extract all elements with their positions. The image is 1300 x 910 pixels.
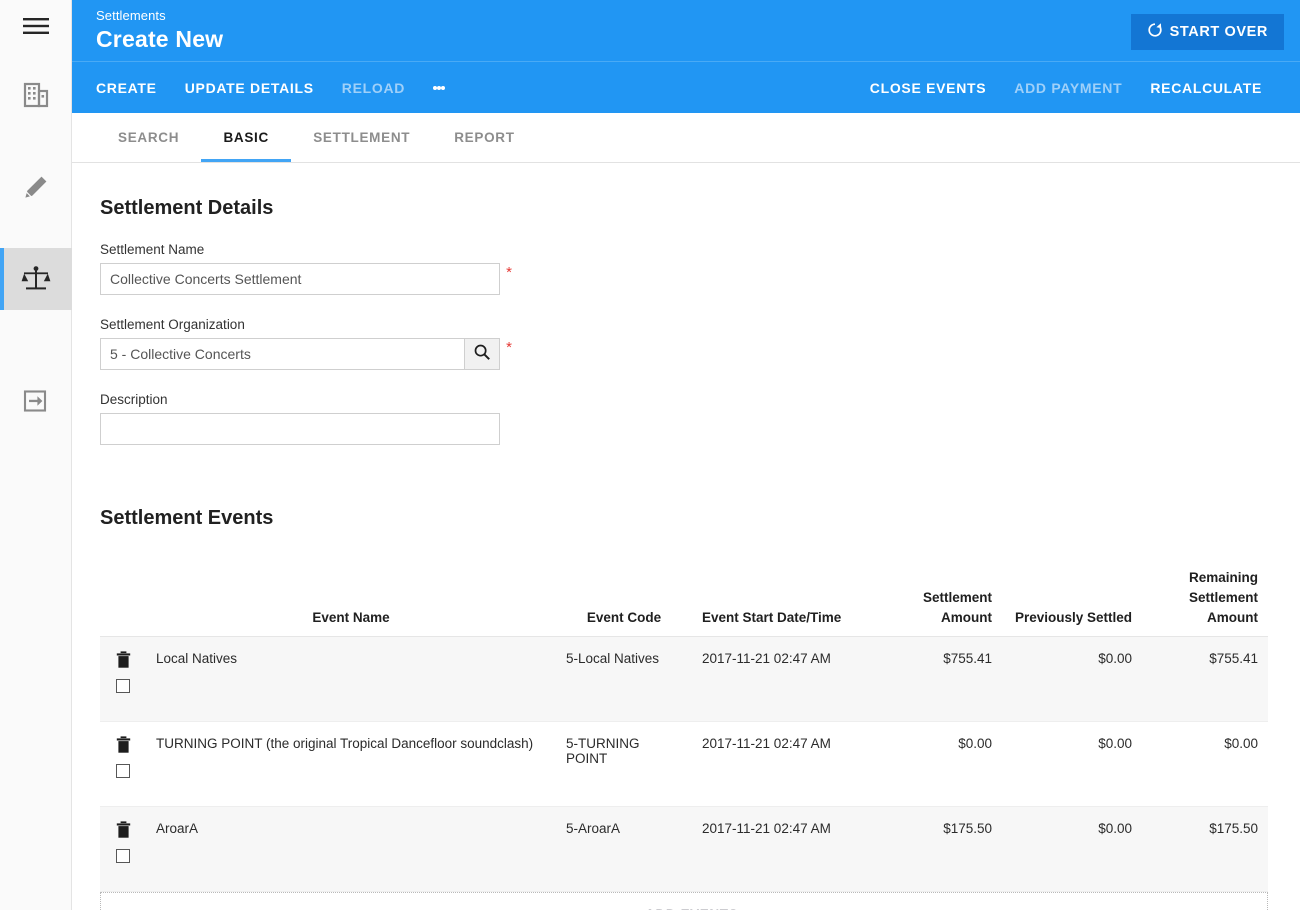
settlement-details-title: Settlement Details — [100, 197, 274, 219]
page-title: Create New — [96, 26, 224, 52]
cell-previously-settled: $0.00 — [1002, 806, 1142, 892]
tab-search[interactable]: SEARCH — [96, 113, 201, 162]
column-remaining-settlement-amount: Remaining Settlement Amount — [1142, 568, 1268, 637]
field-settlement-name: Settlement Name * — [100, 242, 512, 295]
main-region: Settlements Create New START OVER CREATE… — [72, 0, 1300, 910]
refresh-icon — [1147, 22, 1163, 42]
row-actions-cell — [100, 721, 146, 807]
column-event-code: Event Code — [556, 568, 692, 637]
kebab-menu-icon[interactable] — [419, 62, 459, 114]
row-actions-cell — [100, 636, 146, 722]
settlement-events-table: Event Name Event Code Event Start Date/T… — [100, 568, 1268, 892]
start-over-button[interactable]: START OVER — [1130, 14, 1284, 50]
settlement-organization-required-mark: * — [506, 339, 512, 356]
row-action-stack — [110, 736, 136, 778]
table-head: Event Name Event Code Event Start Date/T… — [100, 568, 1268, 637]
description-input[interactable] — [100, 413, 500, 445]
breadcrumb[interactable]: Settlements — [96, 8, 1284, 24]
sidebar-item-organizations[interactable] — [0, 64, 72, 126]
trash-icon[interactable] — [116, 651, 131, 672]
sidebar-item-menu-toggle[interactable] — [0, 0, 72, 52]
tab-settlement[interactable]: SETTLEMENT — [291, 113, 432, 162]
settlement-events-title: Settlement Events — [100, 507, 274, 529]
content-area: Settlement Details Settlement Name * Set… — [72, 163, 1300, 910]
column-previously-settled: Previously Settled — [1002, 568, 1142, 637]
row-select-checkbox[interactable] — [116, 679, 130, 693]
kebab-dot — [441, 85, 446, 90]
settlement-name-label: Settlement Name — [100, 242, 205, 257]
action-add-payment: ADD PAYMENT — [1014, 79, 1123, 96]
cell-remaining: $755.41 — [1142, 636, 1268, 722]
sidebar-item-logout[interactable] — [0, 370, 72, 432]
add-events-button[interactable]: + ADD EVENTS — [100, 892, 1268, 910]
plus-icon: + — [630, 906, 639, 910]
action-recalculate[interactable]: RECALCULATE — [1136, 62, 1276, 114]
sidebar-item-settlements[interactable] — [0, 248, 72, 310]
cell-event-name: Local Natives — [146, 636, 556, 722]
building-icon — [22, 82, 50, 108]
column-settlement-amount: Settlement Amount — [862, 568, 1002, 637]
cell-event-code: 5-TURNING POINT — [556, 721, 692, 807]
app-header: Settlements Create New START OVER — [72, 0, 1300, 61]
cell-event-name: AroarA — [146, 806, 556, 892]
tab-basic[interactable]: BASIC — [201, 113, 292, 162]
table-body: Local Natives 5-Local Natives 2017-11-21… — [100, 636, 1268, 892]
field-description: Description — [100, 392, 500, 445]
row-select-checkbox[interactable] — [116, 764, 130, 778]
cell-event-name: TURNING POINT (the original Tropical Dan… — [146, 721, 556, 807]
start-over-label: START OVER — [1169, 24, 1268, 40]
cell-event-start: 2017-11-21 02:47 AM — [692, 636, 862, 722]
table-header-row: Event Name Event Code Event Start Date/T… — [100, 568, 1268, 637]
settlement-name-input[interactable] — [100, 263, 500, 295]
row-select-checkbox[interactable] — [116, 849, 130, 863]
action-close-events[interactable]: CLOSE EVENTS — [856, 62, 1001, 114]
row-actions-cell — [100, 806, 146, 892]
field-settlement-organization: Settlement Organization * — [100, 317, 512, 370]
sidebar — [0, 0, 72, 910]
action-update-details[interactable]: UPDATE DETAILS — [171, 62, 328, 114]
table-row: Local Natives 5-Local Natives 2017-11-21… — [100, 636, 1268, 722]
settlement-name-required-mark: * — [506, 264, 512, 281]
cell-settlement-amount: $175.50 — [862, 806, 1002, 892]
add-events-label: ADD EVENTS — [645, 907, 738, 910]
row-action-stack — [110, 651, 136, 693]
column-event-start: Event Start Date/Time — [692, 568, 862, 637]
action-create[interactable]: CREATE — [96, 62, 171, 114]
cell-event-code: 5-AroarA — [556, 806, 692, 892]
pencil-icon — [23, 174, 49, 200]
exit-arrow-icon — [23, 389, 49, 413]
cell-previously-settled: $0.00 — [1002, 636, 1142, 722]
cell-settlement-amount: $755.41 — [862, 636, 1002, 722]
cell-remaining: $175.50 — [1142, 806, 1268, 892]
column-event-name: Event Name — [146, 568, 556, 637]
tab-report[interactable]: REPORT — [432, 113, 536, 162]
settlement-organization-label: Settlement Organization — [100, 317, 245, 332]
cell-event-start: 2017-11-21 02:47 AM — [692, 806, 862, 892]
organization-search-button[interactable] — [464, 338, 500, 370]
settlement-organization-input[interactable] — [100, 338, 464, 370]
table-row: TURNING POINT (the original Tropical Dan… — [100, 721, 1268, 807]
row-action-stack — [110, 821, 136, 863]
column-actions — [100, 568, 146, 637]
cell-event-start: 2017-11-21 02:47 AM — [692, 721, 862, 807]
hamburger-menu-icon — [22, 17, 49, 35]
tab-bar: SEARCH BASIC SETTLEMENT REPORT — [72, 113, 1300, 163]
remaining-header-line1: Remaining — [1188, 570, 1258, 585]
organization-lookup — [100, 338, 500, 370]
cell-remaining: $0.00 — [1142, 721, 1268, 807]
cell-settlement-amount: $0.00 — [862, 721, 1002, 807]
search-icon — [473, 343, 491, 366]
trash-icon[interactable] — [116, 736, 131, 757]
scales-balance-icon — [21, 265, 51, 293]
table-row: AroarA 5-AroarA 2017-11-21 02:47 AM $175… — [100, 806, 1268, 892]
sidebar-item-edit[interactable] — [0, 156, 72, 218]
remaining-header-line2: Settlement Amount — [1188, 590, 1258, 625]
app-root: Settlements Create New START OVER CREATE… — [0, 0, 1300, 910]
cell-previously-settled: $0.00 — [1002, 721, 1142, 807]
action-toolbar: CREATE UPDATE DETAILS RELOAD CLOSE EVENT… — [72, 61, 1300, 113]
trash-icon[interactable] — [116, 821, 131, 842]
description-label: Description — [100, 392, 168, 407]
action-reload: RELOAD — [341, 79, 406, 96]
cell-event-code: 5-Local Natives — [556, 636, 692, 722]
